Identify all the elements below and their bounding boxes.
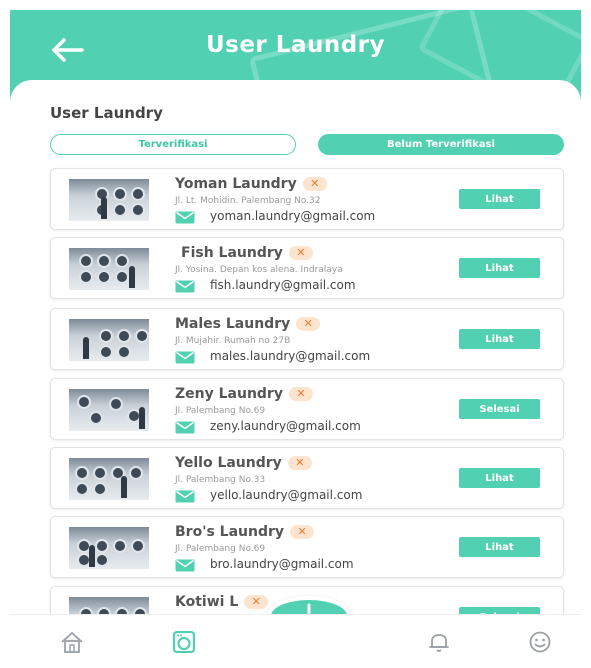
mail-icon bbox=[175, 490, 195, 503]
action-button[interactable]: Selesai bbox=[459, 399, 540, 419]
laundry-email: yello.laundry@gmail.com bbox=[210, 488, 363, 502]
laundry-name: Yello Laundry ✕ bbox=[175, 455, 312, 471]
laundry-address: Jl. Yosina. Depan kos alena. Indralaya bbox=[175, 265, 343, 275]
action-button[interactable]: Lihat bbox=[459, 468, 540, 488]
laundry-name: Males Laundry ✕ bbox=[175, 316, 321, 332]
laundry-name-text: Males Laundry bbox=[175, 316, 291, 332]
section-title: User Laundry bbox=[50, 104, 163, 122]
laundry-photo bbox=[69, 319, 149, 361]
x-icon[interactable]: ✕ bbox=[296, 317, 321, 331]
action-button[interactable]: Lihat bbox=[459, 329, 540, 349]
laundry-photo bbox=[69, 389, 149, 431]
laundry-email: males.laundry@gmail.com bbox=[210, 349, 371, 363]
laundry-card: Zeny Laundry ✕ Jl. Palembang No.69 zeny.lau… bbox=[50, 378, 564, 440]
bell-icon[interactable] bbox=[427, 631, 451, 653]
action-button[interactable]: Lihat bbox=[459, 537, 540, 557]
laundry-email: bro.laundry@gmail.com bbox=[210, 557, 354, 571]
laundry-machine-icon[interactable] bbox=[172, 631, 196, 653]
x-icon[interactable]: ✕ bbox=[287, 456, 312, 470]
laundry-email: zeny.laundry@gmail.com bbox=[210, 419, 361, 433]
x-icon[interactable]: ✕ bbox=[288, 387, 313, 401]
laundry-name: Yoman Laundry ✕ bbox=[175, 176, 327, 192]
laundry-name-text: Yoman Laundry bbox=[175, 176, 297, 192]
home-icon[interactable] bbox=[60, 631, 84, 653]
smile-icon[interactable] bbox=[528, 631, 552, 653]
laundry-email: yoman.laundry@gmail.com bbox=[210, 209, 376, 223]
laundry-name: Fish Laundry ✕ bbox=[181, 245, 313, 261]
laundry-photo bbox=[69, 179, 149, 221]
mail-icon bbox=[175, 351, 195, 364]
tab-belum-terverifikasi[interactable]: Belum Terverifikasi bbox=[318, 134, 564, 155]
laundry-address: Jl. Lt. Mohidin. Palembang No.32 bbox=[175, 196, 321, 206]
x-icon[interactable]: ✕ bbox=[244, 595, 269, 609]
laundry-name-text: Zeny Laundry bbox=[175, 386, 283, 402]
laundry-name: Kotiwi L ✕ bbox=[175, 594, 269, 610]
laundry-name: Zeny Laundry ✕ bbox=[175, 386, 313, 402]
main-content: User Laundry Terverifikasi Belum Terveri… bbox=[10, 80, 581, 620]
laundry-card: Yoman Laundry ✕ Jl. Lt. Mohidin. Palembang… bbox=[50, 168, 564, 230]
laundry-name-text: Fish Laundry bbox=[181, 245, 283, 261]
laundry-address: Jl. Mujahir. Rumah no 27B bbox=[175, 336, 291, 346]
laundry-photo bbox=[69, 458, 149, 500]
laundry-name-text: Kotiwi L bbox=[175, 594, 239, 610]
mail-icon bbox=[175, 211, 195, 224]
laundry-card: Bro's Laundry ✕ Jl. Palembang No.69 bro.lau… bbox=[50, 516, 564, 578]
x-icon[interactable]: ✕ bbox=[288, 246, 313, 260]
mail-icon bbox=[175, 421, 195, 434]
mail-icon bbox=[175, 280, 195, 293]
laundry-address: Jl. Palembang No.69 bbox=[175, 544, 266, 554]
action-button[interactable]: Lihat bbox=[459, 189, 540, 209]
laundry-name: Bro's Laundry ✕ bbox=[175, 524, 315, 540]
action-button[interactable]: Lihat bbox=[459, 258, 540, 278]
tab-terverifikasi[interactable]: Terverifikasi bbox=[50, 134, 296, 155]
laundry-address: Jl. Palembang No.69 bbox=[175, 406, 266, 416]
laundry-photo bbox=[69, 248, 149, 290]
page-title: User Laundry bbox=[205, 32, 386, 58]
laundry-card: Yello Laundry ✕ Jl. Palembang No.33 yello.l… bbox=[50, 447, 564, 509]
laundry-card: Fish Laundry ✕ Jl. Yosina. Depan kos alena… bbox=[50, 237, 564, 299]
bottom-nav bbox=[10, 614, 581, 668]
x-icon[interactable]: ✕ bbox=[290, 525, 315, 539]
laundry-card: Males Laundry ✕ Jl. Mujahir. Rumah no 27B m… bbox=[50, 308, 564, 370]
laundry-photo bbox=[69, 527, 149, 569]
laundry-address: Jl. Palembang No.33 bbox=[175, 475, 266, 485]
laundry-name-text: Yello Laundry bbox=[175, 455, 282, 471]
laundry-email: fish.laundry@gmail.com bbox=[210, 278, 356, 292]
laundry-name-text: Bro's Laundry bbox=[175, 524, 285, 540]
x-icon[interactable]: ✕ bbox=[302, 177, 327, 191]
mail-icon bbox=[175, 559, 195, 572]
